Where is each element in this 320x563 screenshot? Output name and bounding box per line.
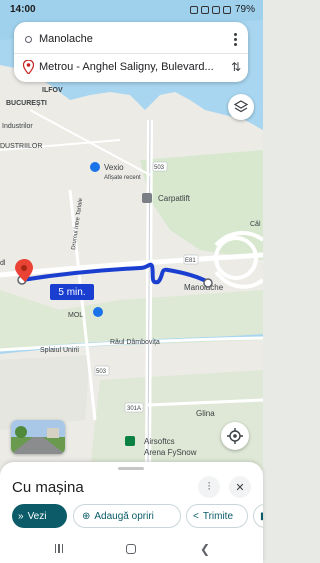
map-label-splaiul: Splaiul Unirii [40,347,79,354]
sheet-drag-handle[interactable] [118,467,144,470]
map-label-airsoft-2: Arena FySnow [144,448,197,457]
status-time: 14:00 [10,4,36,15]
close-button[interactable]: ✕ [229,476,251,498]
add-stop-icon: ⊕ [82,510,91,522]
double-chevron-icon: » [18,510,24,522]
my-location-button[interactable] [221,422,249,450]
road-shield-e81: E81 [185,258,196,264]
map-label-raul: Râul Dâmbovița [110,339,160,346]
bookmark-icon: ▮ [260,510,263,522]
map-label-bucuresti: BUCUREȘTI [6,100,47,107]
status-right: 79% [189,4,255,15]
map-label-cal: Căl [250,221,261,228]
close-icon: ✕ [235,481,245,494]
add-stops-label: Adaugă opriri [94,510,154,522]
origin-text[interactable]: Manolache [39,33,219,45]
swap-route-icon[interactable]: ⇅ [231,60,241,74]
travel-mode-title: Cu mașina [12,479,84,496]
map-label-glina: Glina [196,409,215,418]
origin-row[interactable]: Manolache [14,26,248,52]
road-shield-503-top: 503 [154,165,165,171]
map-label-vexio[interactable]: Vexio [104,163,124,172]
action-pills: » Vezi ⊕ Adaugă opriri < Trimite ▮ S [12,504,263,528]
layers-button[interactable] [228,94,254,120]
home-icon[interactable] [126,544,136,554]
map-label-mol[interactable]: MOL [68,312,83,319]
route-card: Manolache Metrou - Anghel Saligny, Bulev… [14,22,248,82]
recents-icon[interactable] [54,544,64,554]
map-label-airsoft-1[interactable]: Airsoftcs [144,437,175,446]
airsoft-pin-icon[interactable] [125,436,135,446]
destination-row[interactable]: Metrou - Anghel Saligny, Bulevard... ⇅ [14,53,248,80]
map-label-dl: dl [0,260,6,267]
back-icon[interactable]: ❮ [200,542,210,556]
route-options-button[interactable]: ⫶ [198,476,220,498]
crosshair-icon [227,428,243,444]
battery-level: 79% [234,4,255,15]
destination-pin-small-icon [23,60,34,74]
map-label-carpatlift[interactable]: Carpatlift [158,194,191,203]
layers-icon [234,100,248,113]
road-shield-503-bottom: 503 [96,369,107,375]
sliders-icon: ⫶ [207,480,211,493]
map-label-vexio-sub: Afișate recent [104,175,141,181]
status-bar: 14:00 79% [0,0,263,20]
route-duration-chip[interactable]: 5 min. [50,284,94,300]
share-label: Trimite [202,510,234,522]
save-button[interactable]: ▮ S [253,504,263,528]
origin-dot-icon[interactable] [203,278,213,288]
street-view-image [11,420,65,454]
start-preview-label: Vezi [27,510,47,522]
system-nav-bar: ❮ [0,537,263,563]
status-icons [189,5,231,14]
destination-text[interactable]: Metrou - Anghel Saligny, Bulevard... [39,61,219,73]
share-icon: < [193,510,199,522]
carpatlift-pin-icon[interactable] [142,193,152,203]
road-shield-301a: 301A [127,406,141,412]
origin-circle-icon [25,35,32,43]
street-view-thumbnail[interactable] [11,420,65,454]
vexio-pin-icon[interactable] [90,162,100,172]
start-preview-button[interactable]: » Vezi [12,504,67,528]
add-stops-button[interactable]: ⊕ Adaugă opriri [73,504,181,528]
map-label-industriilor: DUSTRIILOR [0,143,42,150]
map-label-ilfov: ILFOV [42,87,63,94]
mol-fuel-icon[interactable] [93,307,103,317]
more-options-icon[interactable] [230,30,240,48]
share-button[interactable]: < Trimite [186,504,248,528]
map-label-industrilor: Industrilor [2,123,33,130]
